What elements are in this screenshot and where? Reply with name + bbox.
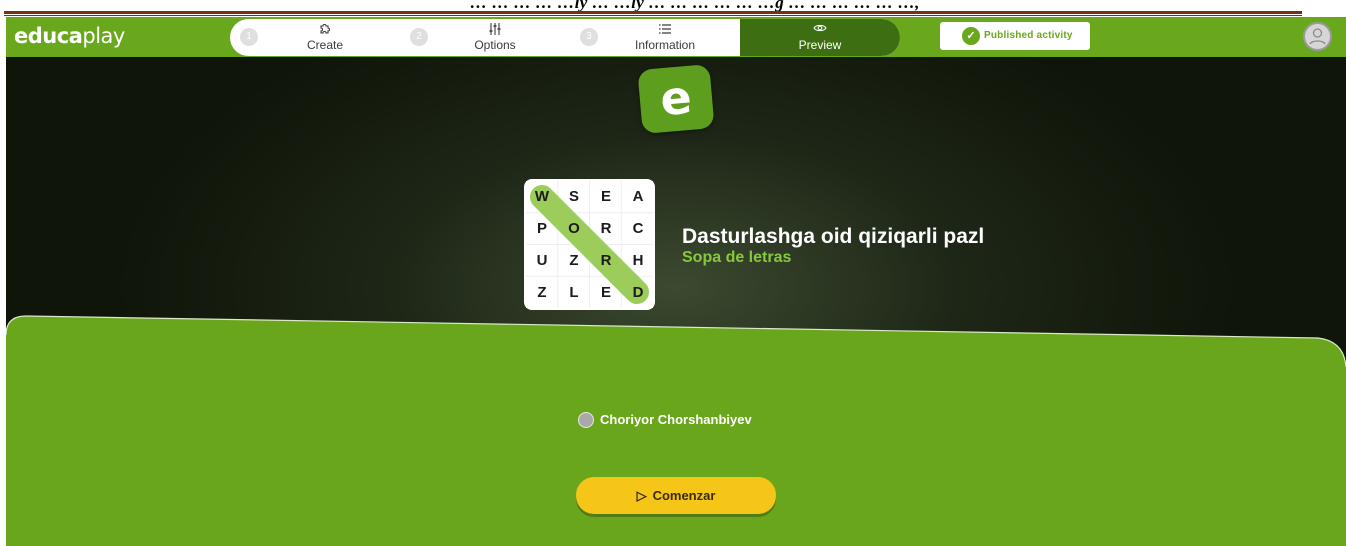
grid-cell: D xyxy=(632,284,644,301)
grid-cell: R xyxy=(600,220,612,237)
document-header-strip: … … … … …ly … …ly … … … … … …g … … … … …… xyxy=(0,0,1346,17)
grid-cell: E xyxy=(600,188,611,205)
check-circle-icon: ✓ xyxy=(962,27,980,45)
grid-cell: O xyxy=(568,220,580,237)
list-icon xyxy=(635,22,695,39)
step-information[interactable]: 3 Information xyxy=(570,19,740,56)
grid-cell: S xyxy=(568,188,579,205)
sliders-icon xyxy=(465,22,525,39)
step-create[interactable]: 1 Create xyxy=(230,19,400,56)
logo-bold-text: educa xyxy=(14,24,83,48)
educaplay-badge-logo: e xyxy=(637,63,715,135)
step-number-2: 2 xyxy=(410,28,428,46)
activity-title: Dasturlashga oid qiziqarli pazl xyxy=(682,225,985,248)
user-avatar[interactable] xyxy=(1303,22,1332,51)
step-label-create: Create xyxy=(306,38,344,52)
start-button-label: Comenzar xyxy=(652,488,716,503)
grid-cell: L xyxy=(569,284,579,301)
step-number-1: 1 xyxy=(240,28,258,46)
puzzle-icon xyxy=(295,22,355,39)
grid-cell: Z xyxy=(569,252,579,269)
step-label-options: Options xyxy=(474,38,516,52)
start-button[interactable]: ▷ Comenzar xyxy=(576,477,776,514)
badge-letter: e xyxy=(658,69,694,127)
word-search-thumbnail: W S E A P O R C U Z R H Z L E D xyxy=(524,179,655,310)
educaplay-app: educaplay 1 Create 2 Options 3 Informati… xyxy=(6,17,1346,546)
grid-cell: R xyxy=(600,252,612,269)
play-icon: ▷ xyxy=(636,488,647,503)
eye-icon xyxy=(790,22,850,37)
published-activity-badge[interactable]: ✓ Published activity xyxy=(940,22,1090,50)
activity-type: Sopa de letras xyxy=(682,249,792,266)
user-icon xyxy=(1309,28,1326,45)
step-options[interactable]: 2 Options xyxy=(400,19,570,56)
activity-stepper: 1 Create 2 Options 3 Information Preview xyxy=(230,19,900,56)
logo-light-text: play xyxy=(82,24,125,48)
step-label-preview: Preview xyxy=(798,38,842,52)
educaplay-logo[interactable]: educaplay xyxy=(14,24,125,48)
grid-cell: P xyxy=(536,220,547,237)
step-label-information: Information xyxy=(634,38,696,52)
grid-cell: W xyxy=(534,188,550,205)
grid-cell: A xyxy=(632,188,644,205)
grid-cell: E xyxy=(600,284,611,301)
step-preview[interactable]: Preview xyxy=(740,19,900,56)
user-icon xyxy=(578,411,594,428)
step-number-3: 3 xyxy=(580,28,598,46)
grid-cell: Z xyxy=(537,284,547,301)
grid-cell: U xyxy=(536,252,548,269)
document-rule-thin xyxy=(4,15,1302,16)
author-info[interactable]: Choriyor Chorshanbiyev xyxy=(578,411,752,431)
author-name: Choriyor Chorshanbiyev xyxy=(600,412,752,428)
published-activity-label: Published activity xyxy=(984,30,1073,41)
grid-cell: H xyxy=(632,252,644,269)
grid-cell: C xyxy=(632,220,644,237)
top-bar: educaplay 1 Create 2 Options 3 Informati… xyxy=(6,17,1346,57)
document-rule-thick xyxy=(4,11,1302,14)
